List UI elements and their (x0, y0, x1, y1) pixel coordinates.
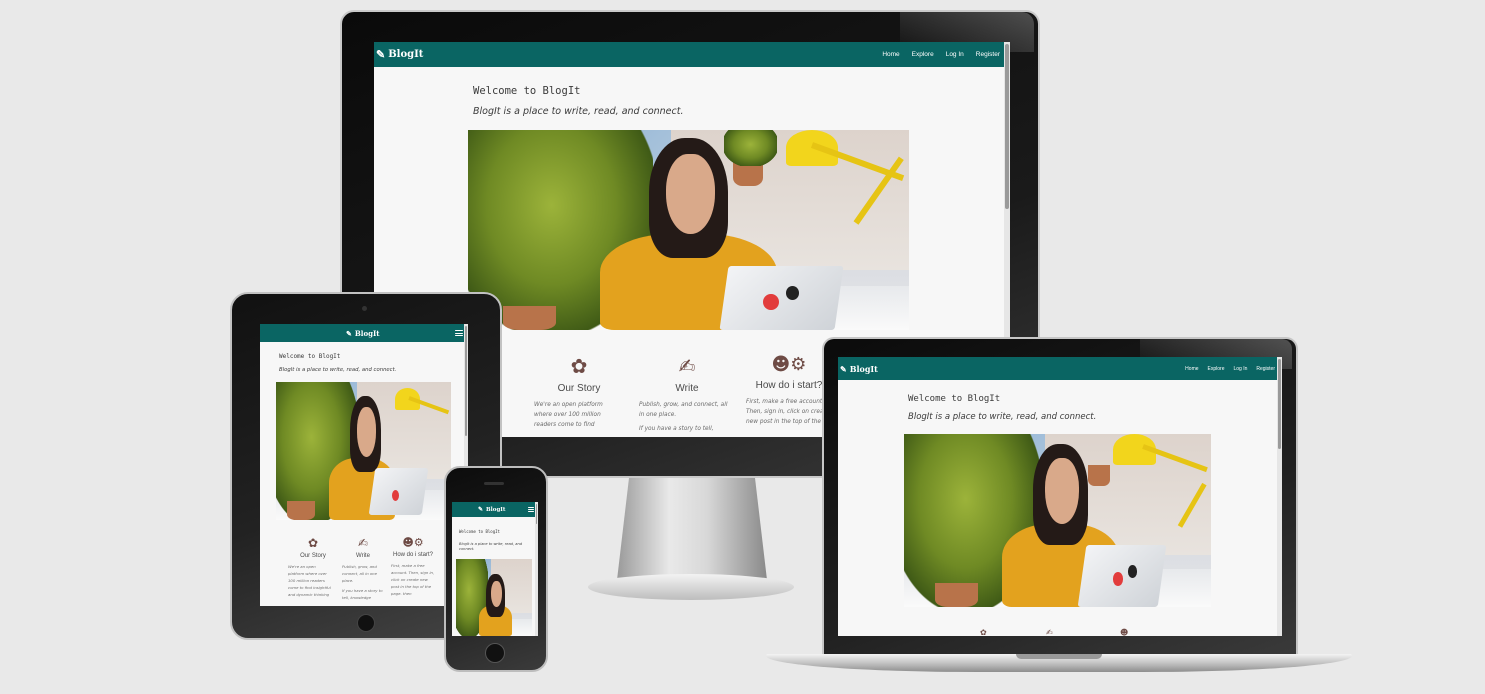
feature-text: We're an open platform where over 100 mi… (534, 402, 603, 428)
feature-title: Our Story (300, 553, 326, 559)
scroll-thumb[interactable] (465, 326, 467, 436)
feature-how-start: ☻⚙ How do i start? First, make a free ac… (746, 354, 832, 427)
laptop-scrollbar[interactable] (1277, 357, 1282, 636)
nav-explore-link[interactable]: Explore (1208, 366, 1225, 372)
feather-icon: ✎ (346, 328, 352, 338)
tablet-camera (362, 306, 367, 311)
laptop-navlinks: Home Explore Log In Register (1176, 366, 1275, 372)
laptop-navbar: ✎ BlogIt Home Explore Log In Register (838, 357, 1282, 380)
tagline: BlogIt is a place to write, read, and co… (473, 106, 684, 117)
feature-title: Our Story (557, 383, 601, 394)
scroll-thumb[interactable] (1005, 44, 1009, 209)
phone-screen: ✎ BlogIt Welcome to BlogIt BlogIt is a p… (452, 502, 538, 636)
nav-home-link[interactable]: Home (882, 51, 899, 58)
laptop-notch (1016, 654, 1102, 659)
tablet-home-button[interactable] (357, 614, 375, 632)
phone-scrollbar[interactable] (535, 502, 538, 636)
tagline: BlogIt is a place to write, read, and co… (279, 367, 397, 373)
nav-explore-link[interactable]: Explore (912, 51, 934, 58)
feature-icon-peek-1: ✿ (980, 628, 987, 637)
feather-icon: ✎ (376, 48, 386, 61)
brand-name: BlogIt (486, 506, 506, 513)
welcome-heading: Welcome to BlogIt (473, 85, 581, 97)
feature-text: First, make a free account. Then, sign i… (746, 399, 830, 425)
monitor-brand[interactable]: ✎ BlogIt (376, 48, 423, 61)
feature-icon-peek-3: ☻ (1120, 628, 1129, 637)
nav-register-link[interactable]: Register (976, 51, 1000, 58)
feather-icon: ✎ (840, 363, 847, 374)
feature-write: ✍ Write Publish, grow, and connect, all … (639, 354, 735, 434)
brand-name: BlogIt (849, 363, 878, 374)
feature-write: ✍ Write Publish, grow, and connect, all … (342, 536, 384, 601)
nav-login-link[interactable]: Log In (1233, 366, 1247, 372)
tagline: BlogIt is a place to write, read, and co… (908, 412, 1097, 422)
users-cog-icon: ☻⚙ (771, 354, 807, 375)
nav-home-link[interactable]: Home (1185, 366, 1198, 372)
feature-title: Write (675, 383, 699, 394)
feature-title: How do i start? (392, 552, 434, 558)
tagline: BlogIt is a place to write, read, and co… (459, 542, 523, 551)
laptop-brand[interactable]: ✎ BlogIt (840, 364, 878, 374)
phone-navbar: ✎ BlogIt (452, 502, 538, 517)
hero-image (468, 130, 909, 330)
edit-icon: ✍ (357, 536, 369, 550)
laptop-screen: ✎ BlogIt Home Explore Log In Register We… (838, 357, 1282, 636)
nav-login-link[interactable]: Log In (946, 51, 964, 58)
feature-how-start: ☻⚙ How do i start? First, make a free ac… (391, 536, 435, 597)
feather-icon: ✎ (478, 506, 484, 513)
brand-name: BlogIt (354, 328, 380, 338)
monitor-navbar: ✎ BlogIt Home Explore Log In Register (374, 42, 1010, 67)
tablet-navbar: ✎ BlogIt (260, 324, 468, 342)
phone-brand[interactable]: ✎ BlogIt (478, 506, 505, 513)
phone-speaker (484, 482, 504, 485)
welcome-heading: Welcome to BlogIt (279, 353, 341, 360)
hero-image (904, 434, 1211, 607)
phone-home-button[interactable] (485, 643, 505, 663)
scroll-thumb[interactable] (536, 504, 537, 524)
tablet-menu-button[interactable] (455, 330, 463, 336)
feature-text-2: If you have a story to tell, knowledge (342, 588, 383, 600)
monitor-stand-neck (617, 478, 767, 580)
tablet-screen: ✎ BlogIt Welcome to BlogIt BlogIt is a p… (260, 324, 468, 606)
feature-title: Write (356, 553, 370, 559)
scroll-thumb[interactable] (1278, 359, 1281, 449)
feature-title: How do i start? (755, 380, 823, 391)
feature-text: Publish, grow, and connect, all in one p… (639, 402, 728, 418)
feature-text: We're an open platform where over 100 mi… (288, 564, 331, 597)
feature-text: Publish, grow, and connect, all in one p… (342, 564, 377, 583)
edit-icon: ✍ (678, 354, 696, 378)
hero-image (276, 382, 451, 520)
welcome-heading: Welcome to BlogIt (459, 529, 500, 534)
phone-menu-button[interactable] (528, 507, 534, 512)
feature-our-story: ✿ Our Story We're an open platform where… (534, 354, 624, 430)
feature-text: First, make a free account. Then, sign i… (391, 563, 435, 596)
users-cog-icon: ☻⚙ (402, 536, 424, 549)
gear-flower-icon: ✿ (307, 536, 319, 550)
nav-register-link[interactable]: Register (1256, 366, 1275, 372)
hero-image (456, 559, 532, 636)
feature-our-story: ✿ Our Story We're an open platform where… (288, 536, 338, 598)
feature-text-2: If you have a story to tell, (639, 426, 714, 432)
welcome-heading: Welcome to BlogIt (908, 394, 1001, 404)
monitor-stand-base (588, 574, 794, 600)
gear-flower-icon: ✿ (570, 354, 588, 378)
monitor-navlinks: Home Explore Log In Register (870, 51, 1000, 58)
brand-name: BlogIt (388, 49, 424, 60)
feature-icon-peek-2: ✍ (1046, 628, 1053, 637)
tablet-brand[interactable]: ✎ BlogIt (346, 329, 380, 338)
